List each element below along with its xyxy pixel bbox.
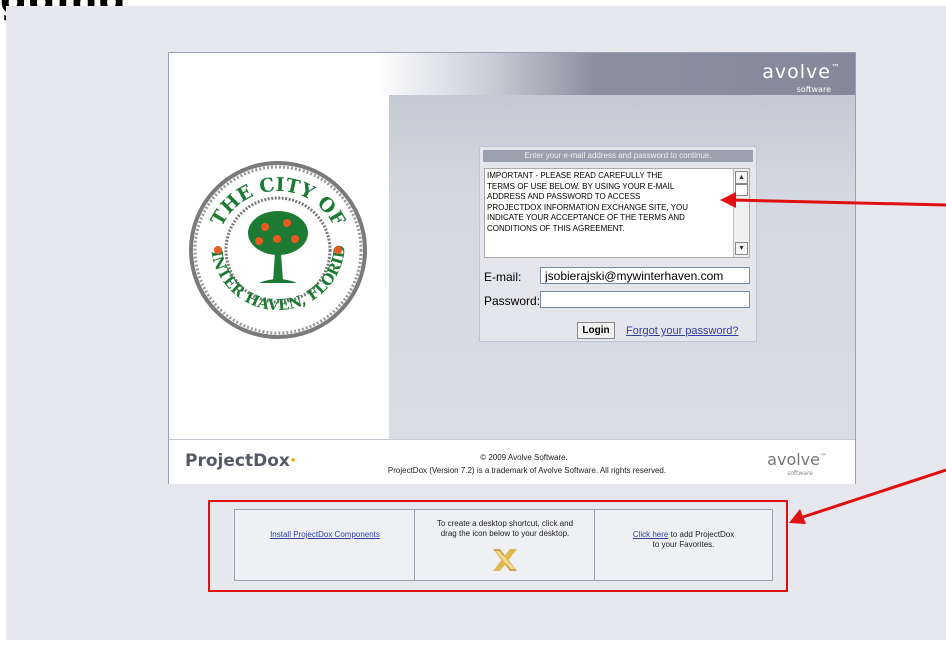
email-field[interactable] [540,267,750,284]
x-mark-icon: · [289,451,297,471]
forgot-password-link[interactable]: Forgot your password? [626,325,739,337]
avolve-logo-bottom: avolve™ software [767,450,827,477]
scroll-down-arrow-icon[interactable]: ▼ [735,242,748,255]
login-page-window: avolve™ software THE CITY OF WINTER HAVE… [168,52,856,484]
scroll-up-arrow-icon[interactable]: ▲ [735,171,748,184]
password-field[interactable] [540,291,750,308]
password-label: Password: [484,294,541,308]
login-instructions: Enter your e-mail address and password t… [483,150,753,162]
scrollbar-thumb[interactable] [735,184,748,196]
terms-text: IMPORTANT - PLEASE READ CAREFULLY THE TE… [487,171,689,233]
login-button[interactable]: Login [577,322,615,339]
login-form: Enter your e-mail address and password t… [479,146,757,342]
avolve-logo-sub: software [796,85,831,94]
top-banner: avolve™ software [169,53,855,95]
email-label: E-mail: [484,270,522,284]
trademark-text: ProjectDox (Version 7.2) is a trademark … [387,466,667,475]
projectdox-logo: ProjectDox· [185,451,297,471]
annotation-highlight-box [208,500,788,592]
footer: ProjectDox· © 2009 Avolve Software. Proj… [169,439,855,484]
city-seal-logo: THE CITY OF WINTER HAVEN, FLORIDA [189,161,367,339]
terms-of-use-textarea[interactable]: IMPORTANT - PLEASE READ CAREFULLY THE TE… [484,168,750,258]
avolve-logo-top: avolve™ software [762,61,841,94]
terms-scrollbar[interactable]: ▲ ▼ [733,169,749,257]
copyright-text: © 2009 Avolve Software. [480,453,568,462]
